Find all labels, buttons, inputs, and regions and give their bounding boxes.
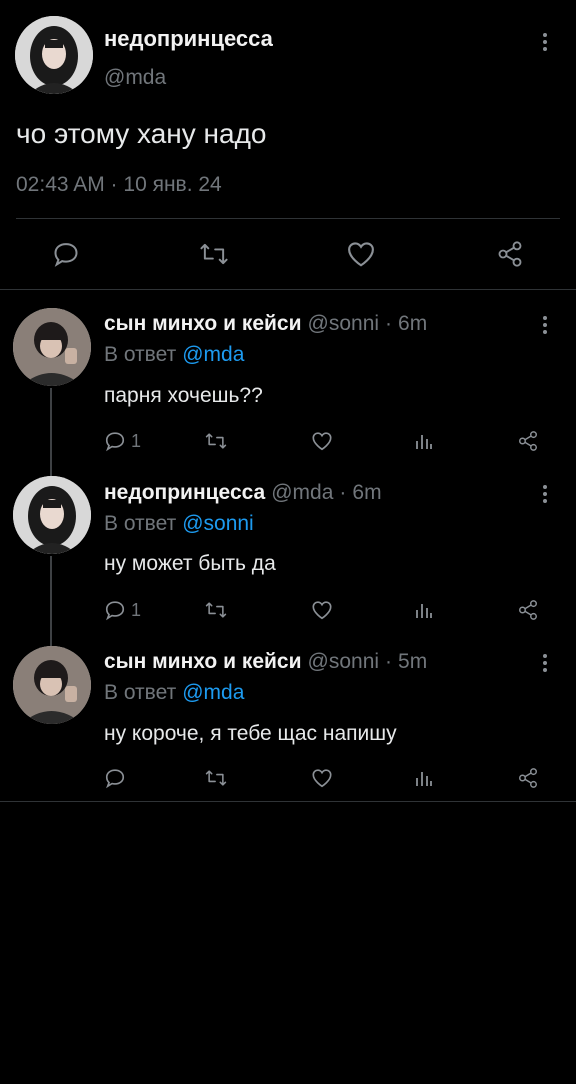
like-icon[interactable]	[346, 240, 376, 268]
share-icon[interactable]	[496, 240, 524, 268]
share-icon[interactable]	[517, 599, 539, 621]
thread-line	[50, 556, 52, 646]
reply-author-line: сын минхо и кейси @sonni · 5m	[104, 650, 427, 674]
reply-to-line: В ответ @sonni	[104, 512, 254, 536]
views-icon[interactable]	[414, 600, 434, 620]
reply-author-name[interactable]: сын минхо и кейси	[104, 650, 302, 673]
share-icon[interactable]	[517, 767, 539, 789]
main-author-avatar[interactable]	[15, 16, 93, 94]
reply-to-line: В ответ @mda	[104, 343, 244, 367]
reply-time: 6m	[352, 481, 382, 504]
divider	[0, 801, 576, 802]
separator: ·	[339, 481, 347, 504]
reply-author-avatar[interactable]	[13, 476, 91, 554]
retweet-icon[interactable]	[204, 430, 228, 452]
reply-author-handle[interactable]: @sonni	[308, 312, 380, 335]
reply-to-handle[interactable]: @mda	[182, 681, 244, 704]
retweet-icon[interactable]	[198, 240, 230, 268]
views-icon[interactable]	[414, 768, 434, 788]
reply-count: 1	[131, 431, 142, 451]
like-icon[interactable]	[311, 430, 333, 452]
reply-to-label: В ответ	[104, 512, 177, 535]
reply-time: 5m	[398, 650, 428, 673]
main-tweet-timestamp: 02:43 AM · 10 янв. 24	[16, 173, 222, 196]
more-options-icon[interactable]	[535, 313, 555, 337]
reply-author-line: сын минхо и кейси @sonni · 6m	[104, 312, 427, 336]
reply-icon[interactable]	[104, 767, 126, 789]
retweet-icon[interactable]	[204, 599, 228, 621]
separator: ·	[385, 650, 393, 673]
main-author-handle[interactable]: @mda	[104, 66, 166, 90]
reply-text: ну короче, я тебе щас напишу	[104, 722, 397, 745]
reply-to-label: В ответ	[104, 343, 177, 366]
reply-author-avatar[interactable]	[13, 646, 91, 724]
views-icon[interactable]	[414, 431, 434, 451]
reply-author-line: недопринцесса @mda · 6m	[104, 481, 382, 505]
reply-to-line: В ответ @mda	[104, 681, 244, 705]
reply-text: парня хочешь??	[104, 384, 263, 407]
reply-icon[interactable]	[104, 599, 126, 621]
reply-icon[interactable]	[104, 430, 126, 452]
reply-author-avatar[interactable]	[13, 308, 91, 386]
reply-author-name[interactable]: недопринцесса	[104, 481, 265, 504]
more-options-icon[interactable]	[535, 482, 555, 506]
reply-time: 6m	[398, 312, 428, 335]
more-options-icon[interactable]	[535, 651, 555, 675]
main-tweet-text: чо этому хану надо	[16, 118, 267, 149]
reply-text: ну может быть да	[104, 552, 276, 575]
divider	[16, 218, 560, 219]
like-icon[interactable]	[311, 599, 333, 621]
reply-author-name[interactable]: сын минхо и кейси	[104, 312, 302, 335]
reply-author-handle[interactable]: @mda	[271, 481, 333, 504]
thread-line	[50, 388, 52, 476]
reply-to-handle[interactable]: @mda	[182, 343, 244, 366]
separator: ·	[385, 312, 393, 335]
reply-author-handle[interactable]: @sonni	[308, 650, 380, 673]
share-icon[interactable]	[517, 430, 539, 452]
like-icon[interactable]	[311, 767, 333, 789]
main-author-name[interactable]: недопринцесса	[104, 26, 273, 52]
reply-icon[interactable]	[52, 240, 80, 268]
reply-to-label: В ответ	[104, 681, 177, 704]
divider	[0, 289, 576, 290]
retweet-icon[interactable]	[204, 767, 228, 789]
reply-count: 1	[131, 600, 142, 620]
reply-to-handle[interactable]: @sonni	[182, 512, 254, 535]
more-options-icon[interactable]	[535, 30, 555, 54]
